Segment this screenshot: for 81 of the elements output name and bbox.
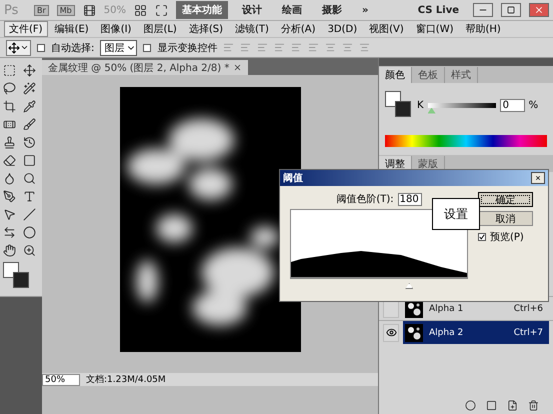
menu-item[interactable]: 3D(D): [322, 22, 362, 36]
dialog-title: 阈值: [283, 172, 303, 185]
tool-preset-picker[interactable]: [6, 40, 31, 56]
channel-row[interactable]: Alpha 2 Ctrl+7: [403, 321, 549, 344]
magic-wand-icon[interactable]: [23, 82, 36, 95]
app-launch-button[interactable]: Br: [34, 4, 49, 16]
document-tab[interactable]: 金属纹理 @ 50% (图层 2, Alpha 2/8) *: [42, 60, 248, 75]
app-launch-button[interactable]: Mb: [56, 4, 75, 16]
menu-item[interactable]: 分析(A): [276, 21, 321, 37]
eye-icon[interactable]: [386, 327, 396, 338]
close-button[interactable]: ×: [531, 172, 545, 184]
menu-item[interactable]: 视图(V): [364, 21, 409, 37]
callout-label: 设置: [432, 198, 480, 230]
droplet-icon[interactable]: [3, 172, 16, 185]
channel-label: K: [417, 100, 424, 110]
value-field[interactable]: 0: [500, 98, 525, 112]
workspace-tab[interactable]: 绘画: [276, 1, 308, 19]
stamp-icon[interactable]: [3, 136, 16, 149]
threshold-label: 阈值色阶(T):: [336, 193, 394, 206]
checkbox[interactable]: [143, 44, 152, 52]
color-swatches[interactable]: [3, 262, 31, 290]
slider-thumb[interactable]: [428, 108, 436, 114]
maximize-icon: [507, 6, 515, 14]
eraser-icon[interactable]: [3, 154, 16, 167]
dropdown[interactable]: 图层: [100, 40, 138, 56]
menu-item[interactable]: 编辑(E): [50, 21, 94, 37]
unit-label: %: [528, 100, 538, 110]
menu-item[interactable]: 窗口(W): [410, 21, 458, 37]
document-size: 文档:1.23M/4.05M: [86, 374, 166, 386]
magnifier-icon[interactable]: [23, 172, 36, 185]
pointer-icon[interactable]: [3, 208, 16, 221]
maximize-button[interactable]: [501, 3, 521, 17]
app-logo: Ps: [4, 2, 20, 18]
crop-icon[interactable]: [3, 100, 16, 113]
checkbox[interactable]: [37, 44, 45, 52]
check-icon: [479, 233, 485, 241]
brush-icon[interactable]: [23, 118, 36, 131]
line-icon[interactable]: [23, 208, 36, 221]
menu-item[interactable]: 选择(S): [184, 21, 228, 37]
threshold-field[interactable]: 180: [398, 192, 422, 206]
hand-icon[interactable]: [3, 244, 16, 257]
color-spectrum[interactable]: [385, 135, 547, 147]
type-icon[interactable]: [23, 190, 36, 203]
workspace-tab[interactable]: 基本功能: [176, 1, 228, 19]
slider-thumb[interactable]: [405, 283, 414, 289]
history-brush-icon[interactable]: [23, 136, 36, 149]
checkbox-label: 预览(P): [490, 231, 524, 244]
menu-item[interactable]: 文件(F): [4, 21, 48, 37]
new-channel-icon[interactable]: [507, 400, 518, 410]
workspace-tab[interactable]: 摄影: [316, 1, 348, 19]
close-button[interactable]: [529, 3, 549, 17]
move-icon[interactable]: [23, 64, 36, 77]
visibility-toggle[interactable]: [383, 324, 399, 342]
checkbox-label: 显示变换控件: [157, 42, 218, 54]
minimize-button[interactable]: [473, 3, 493, 17]
bandage-icon[interactable]: [3, 118, 16, 131]
arrange-icon[interactable]: [134, 4, 147, 16]
menu-item[interactable]: 帮助(H): [460, 21, 506, 37]
screen-mode-icon[interactable]: [155, 4, 168, 16]
menu-item[interactable]: 滤镜(T): [230, 21, 274, 37]
zoom-field[interactable]: 50%: [42, 374, 80, 386]
zoom-icon[interactable]: [23, 244, 36, 257]
checkbox-label: 自动选择:: [51, 42, 94, 54]
lasso-icon[interactable]: [3, 82, 16, 95]
trash-icon[interactable]: [528, 400, 539, 410]
panel-tab[interactable]: 颜色: [379, 67, 412, 83]
close-icon[interactable]: [233, 63, 242, 72]
more-workspaces[interactable]: »: [356, 2, 374, 18]
move-icon: [8, 42, 20, 54]
menu-item[interactable]: 图层(L): [138, 21, 182, 37]
cs-live-menu[interactable]: CS Live: [412, 2, 465, 18]
color-swatches[interactable]: [385, 91, 413, 119]
close-icon: [534, 5, 544, 15]
menu-item[interactable]: 图像(I): [96, 21, 136, 37]
pen-icon[interactable]: [3, 190, 16, 203]
caret-icon: [20, 43, 29, 52]
dialog-button[interactable]: 取消: [478, 211, 533, 226]
marquee-icon[interactable]: [3, 64, 16, 77]
eyedropper-icon[interactable]: [23, 100, 36, 113]
checkbox[interactable]: [478, 233, 486, 241]
workspace-tab[interactable]: 设计: [236, 1, 268, 19]
